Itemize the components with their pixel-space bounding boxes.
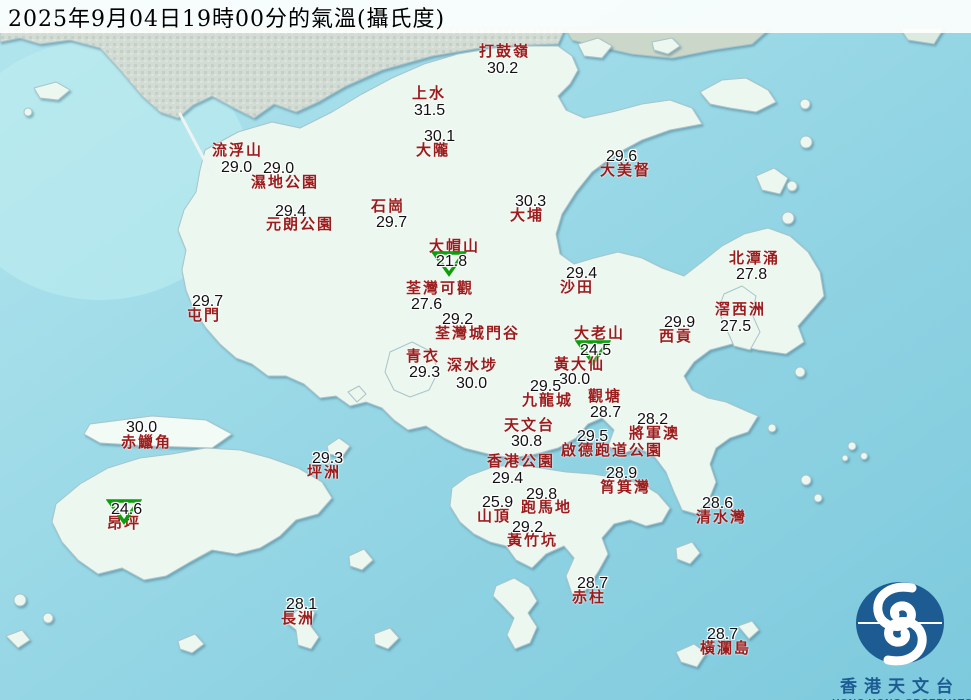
station-value: 29.0 bbox=[221, 160, 252, 176]
station-name: 大埔 bbox=[510, 208, 544, 223]
station-value: 30.0 bbox=[126, 420, 157, 436]
station-name: 大老山 bbox=[574, 326, 625, 341]
station-name: 上水 bbox=[412, 86, 446, 101]
station-value: 24.6 bbox=[111, 502, 142, 518]
station-value: 28.1 bbox=[286, 597, 317, 613]
station-value: 27.8 bbox=[736, 267, 767, 283]
station-value: 29.4 bbox=[566, 266, 597, 282]
station-name: 北潭涌 bbox=[729, 251, 780, 266]
station-value: 29.8 bbox=[526, 487, 557, 503]
station-name: 昂坪 bbox=[107, 516, 141, 531]
station-value: 30.8 bbox=[511, 434, 542, 450]
station-name: 赤柱 bbox=[572, 590, 606, 605]
station-name: 荃灣可觀 bbox=[406, 281, 474, 296]
station-name: 九龍城 bbox=[522, 393, 573, 408]
station-value: 28.7 bbox=[577, 576, 608, 592]
station-value: 29.4 bbox=[492, 471, 523, 487]
station-value: 30.1 bbox=[424, 129, 455, 145]
station-name: 屯門 bbox=[187, 308, 221, 323]
station-value: 29.3 bbox=[409, 365, 440, 381]
station-name: 大隴 bbox=[416, 143, 450, 158]
station-name: 西貢 bbox=[659, 329, 693, 344]
station-value: 28.2 bbox=[637, 412, 668, 428]
station-value: 27.5 bbox=[720, 319, 751, 335]
station-value: 31.5 bbox=[414, 103, 445, 119]
station-name: 橫瀾島 bbox=[700, 641, 751, 656]
station-value: 21.8 bbox=[436, 254, 467, 270]
station-name: 香港公園 bbox=[487, 454, 555, 469]
station-value: 29.2 bbox=[512, 520, 543, 536]
station-name: 深水埗 bbox=[447, 358, 498, 373]
station-name: 流浮山 bbox=[212, 143, 263, 158]
station-name: 山頂 bbox=[477, 509, 511, 524]
station-value: 29.9 bbox=[664, 315, 695, 331]
hko-logo-icon bbox=[852, 578, 948, 670]
station-value: 29.6 bbox=[606, 149, 637, 165]
station-value: 30.0 bbox=[559, 372, 590, 388]
station-value: 29.5 bbox=[577, 429, 608, 445]
station-value: 27.6 bbox=[411, 297, 442, 313]
station-value: 28.9 bbox=[606, 466, 637, 482]
station-value: 25.9 bbox=[482, 495, 513, 511]
station-value: 28.7 bbox=[707, 627, 738, 643]
hko-temperature-map: 打鼓嶺30.2上水31.5大隴30.1流浮山29.0濕地公園29.0元朗公園29… bbox=[0, 0, 971, 700]
station-name: 沙田 bbox=[560, 280, 594, 295]
title-bar: 2025年9月04日19時00分的氣溫(攝氏度) bbox=[0, 0, 971, 33]
station-value: 29.2 bbox=[442, 312, 473, 328]
station-name: 觀塘 bbox=[588, 389, 622, 404]
station-value: 29.7 bbox=[376, 215, 407, 231]
station-value: 28.7 bbox=[590, 405, 621, 421]
station-name: 長洲 bbox=[281, 611, 315, 626]
station-name: 將軍澳 bbox=[629, 426, 680, 441]
map-title: 2025年9月04日19時00分的氣溫(攝氏度) bbox=[8, 1, 445, 33]
station-value: 29.4 bbox=[275, 204, 306, 220]
station-name: 啟德跑道公園 bbox=[561, 443, 663, 458]
station-name: 濕地公園 bbox=[251, 175, 319, 190]
station-name: 清水灣 bbox=[696, 510, 747, 525]
station-value: 29.5 bbox=[530, 379, 561, 395]
station-value: 30.3 bbox=[515, 194, 546, 210]
station-value: 28.6 bbox=[702, 496, 733, 512]
station-name: 荃灣城門谷 bbox=[435, 326, 520, 341]
station-value: 29.7 bbox=[192, 294, 223, 310]
station-value: 30.0 bbox=[456, 376, 487, 392]
station-name: 滘西洲 bbox=[715, 302, 766, 317]
station-value: 30.2 bbox=[487, 61, 518, 77]
station-name: 青衣 bbox=[406, 349, 440, 364]
station-name: 黃大仙 bbox=[554, 357, 605, 372]
station-name: 打鼓嶺 bbox=[479, 44, 530, 59]
station-name: 石崗 bbox=[371, 199, 405, 214]
station-value: 29.0 bbox=[263, 161, 294, 177]
station-name: 筲箕灣 bbox=[600, 480, 651, 495]
station-value: 29.3 bbox=[312, 451, 343, 467]
station-name: 大美督 bbox=[600, 163, 651, 178]
station-name: 坪洲 bbox=[307, 465, 341, 480]
station-name: 大帽山 bbox=[429, 239, 480, 254]
station-name: 天文台 bbox=[504, 418, 555, 433]
station-name: 赤鱲角 bbox=[121, 435, 172, 450]
stations-layer: 打鼓嶺30.2上水31.5大隴30.1流浮山29.0濕地公園29.0元朗公園29… bbox=[0, 0, 971, 700]
hko-logo-chinese: 香港天文台 bbox=[832, 672, 968, 697]
hko-logo: 香港天文台 HONG KONG OBSERVATORY bbox=[832, 578, 968, 700]
